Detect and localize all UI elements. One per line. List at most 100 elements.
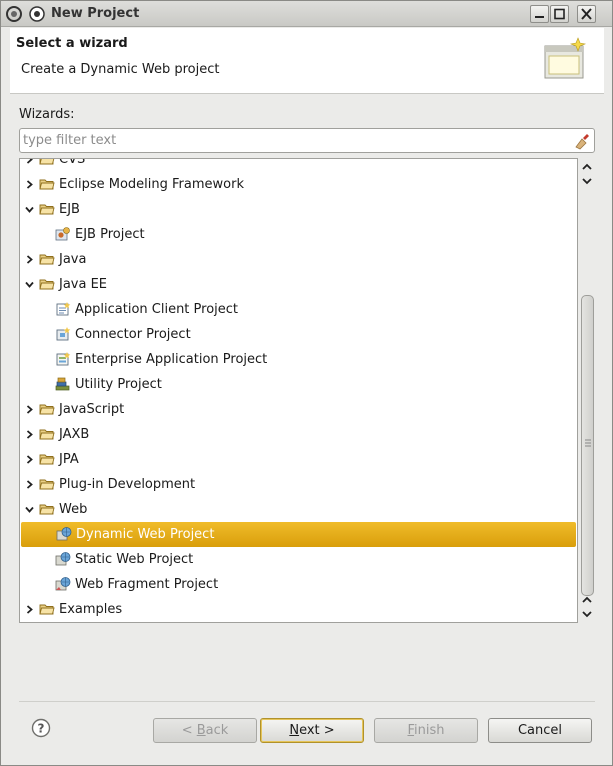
scroll-thumb[interactable] — [581, 295, 594, 596]
tree-folder[interactable]: Java — [20, 247, 577, 272]
chevron-right-icon[interactable] — [25, 255, 34, 264]
tree-item-label: Eclipse Modeling Framework — [59, 177, 244, 192]
maximize-icon — [554, 8, 565, 20]
tree-item[interactable]: Static Web Project — [20, 547, 577, 572]
minimize-button[interactable] — [530, 5, 549, 23]
chevron-down-icon[interactable] — [25, 205, 34, 214]
chevron-right-icon[interactable] — [25, 605, 34, 614]
title-bar[interactable]: New Project — [1, 1, 612, 27]
maximize-button[interactable] — [550, 5, 569, 23]
tree-item-label: Utility Project — [75, 377, 162, 392]
tree-item-label: Examples — [59, 602, 123, 617]
next-button[interactable]: Next > — [260, 718, 364, 743]
button-bar-divider — [19, 701, 595, 702]
chevron-down-icon[interactable] — [25, 280, 34, 289]
close-button[interactable] — [577, 5, 596, 23]
folder-icon — [39, 204, 55, 215]
tree-item-label: EJB — [59, 202, 80, 217]
folder-icon — [39, 279, 55, 290]
web-project-icon — [56, 527, 72, 541]
eclipse-app-icon[interactable] — [5, 5, 23, 23]
minimize-icon — [535, 16, 544, 18]
tree-item-label: Enterprise Application Project — [75, 352, 268, 367]
tree-folder[interactable]: JavaScript — [20, 397, 577, 422]
tree-item[interactable]: Dynamic Web Project — [21, 522, 576, 547]
back-button-prefix: < — [181, 723, 197, 738]
new-wizard-banner-icon — [544, 37, 587, 79]
filter-input[interactable] — [23, 131, 568, 150]
tree-item-label: CVS — [59, 158, 86, 167]
folder-icon — [39, 404, 55, 415]
folder-icon — [39, 429, 55, 440]
finish-button[interactable]: Finish — [374, 718, 478, 743]
tree-item-label: Java — [59, 252, 87, 267]
tree-folder[interactable]: EJB — [20, 197, 577, 222]
chevron-right-icon[interactable] — [25, 455, 34, 464]
tree-item-label: JavaScript — [59, 402, 125, 417]
back-button[interactable]: < Back — [153, 718, 257, 743]
tree-item[interactable]: Enterprise Application Project — [20, 347, 577, 372]
app-client-icon — [56, 302, 71, 316]
chevron-right-icon[interactable] — [25, 405, 34, 414]
finish-button-label: inish — [414, 723, 445, 738]
new-project-dialog: New Project Select a wizard Create a Dyn… — [0, 0, 613, 766]
folder-icon — [39, 179, 55, 190]
folder-icon — [39, 159, 55, 165]
folder-icon — [39, 454, 55, 465]
tree-folder[interactable]: JPA — [20, 447, 577, 472]
tree-folder[interactable]: JAXB — [20, 422, 577, 447]
tree-item-label: Plug-in Development — [59, 477, 196, 492]
ear-icon — [56, 352, 71, 366]
wizard-header: Select a wizard Create a Dynamic Web pro… — [10, 28, 604, 94]
tree-item[interactable]: Utility Project — [20, 372, 577, 397]
tree-folder[interactable]: Examples — [20, 597, 577, 622]
window-menu-icon[interactable] — [28, 5, 46, 23]
wizard-tree[interactable]: CVS Eclipse Modeling Framework EJB EJB Proj… — [19, 158, 578, 623]
chevron-right-icon[interactable] — [25, 430, 34, 439]
tree-folder[interactable]: Web — [20, 497, 577, 522]
scroll-down-icon[interactable] — [582, 609, 592, 619]
next-button-label: ext > — [299, 723, 335, 738]
filter-field[interactable] — [19, 128, 595, 153]
chevron-right-icon[interactable] — [25, 180, 34, 189]
scroll-up-icon[interactable] — [582, 162, 592, 172]
tree-item[interactable]: EJB Project — [20, 222, 577, 247]
tree-item-label: Web Fragment Project — [75, 577, 219, 592]
cancel-button[interactable]: Cancel — [488, 718, 592, 743]
close-icon — [581, 8, 592, 20]
tree-item[interactable]: Application Client Project — [20, 297, 577, 322]
tree-item-label: Application Client Project — [75, 302, 239, 317]
scroll-up-icon[interactable] — [582, 595, 592, 605]
wizard-description: Create a Dynamic Web project — [21, 62, 220, 77]
scroll-down-icon[interactable] — [582, 176, 592, 186]
wizard-tree-rows: CVS Eclipse Modeling Framework EJB EJB Proj… — [20, 158, 577, 622]
tree-item-label: EJB Project — [75, 227, 145, 242]
tree-folder[interactable]: Plug-in Development — [20, 472, 577, 497]
tree-item[interactable]: Web Fragment Project — [20, 572, 577, 597]
tree-scrollbar[interactable] — [578, 158, 596, 623]
chevron-down-icon[interactable] — [25, 505, 34, 514]
tree-item-label: Java EE — [59, 277, 108, 292]
chevron-right-icon[interactable] — [25, 158, 34, 164]
tree-folder[interactable]: Eclipse Modeling Framework — [20, 172, 577, 197]
window-title: New Project — [51, 6, 140, 21]
grip-icon — [585, 439, 591, 447]
tree-item[interactable]: Connector Project — [20, 322, 577, 347]
tree-item-label: Web — [59, 502, 88, 517]
tree-item-label: Dynamic Web Project — [76, 527, 215, 542]
wizard-title: Select a wizard — [16, 36, 128, 51]
tree-folder[interactable]: CVS — [20, 158, 577, 172]
connector-icon — [56, 327, 71, 341]
tree-folder[interactable]: Java EE — [20, 272, 577, 297]
folder-icon — [39, 504, 55, 515]
web-fragment-icon — [55, 577, 71, 591]
clear-filter-icon[interactable] — [573, 132, 591, 150]
chevron-right-icon[interactable] — [25, 480, 34, 489]
utility-icon — [55, 377, 70, 391]
folder-icon — [39, 479, 55, 490]
next-button-mnemonic: N — [289, 723, 300, 738]
tree-item-label: Connector Project — [75, 327, 191, 342]
folder-icon — [39, 604, 55, 615]
help-icon[interactable]: ? — [31, 718, 51, 738]
svg-text:?: ? — [38, 722, 45, 736]
